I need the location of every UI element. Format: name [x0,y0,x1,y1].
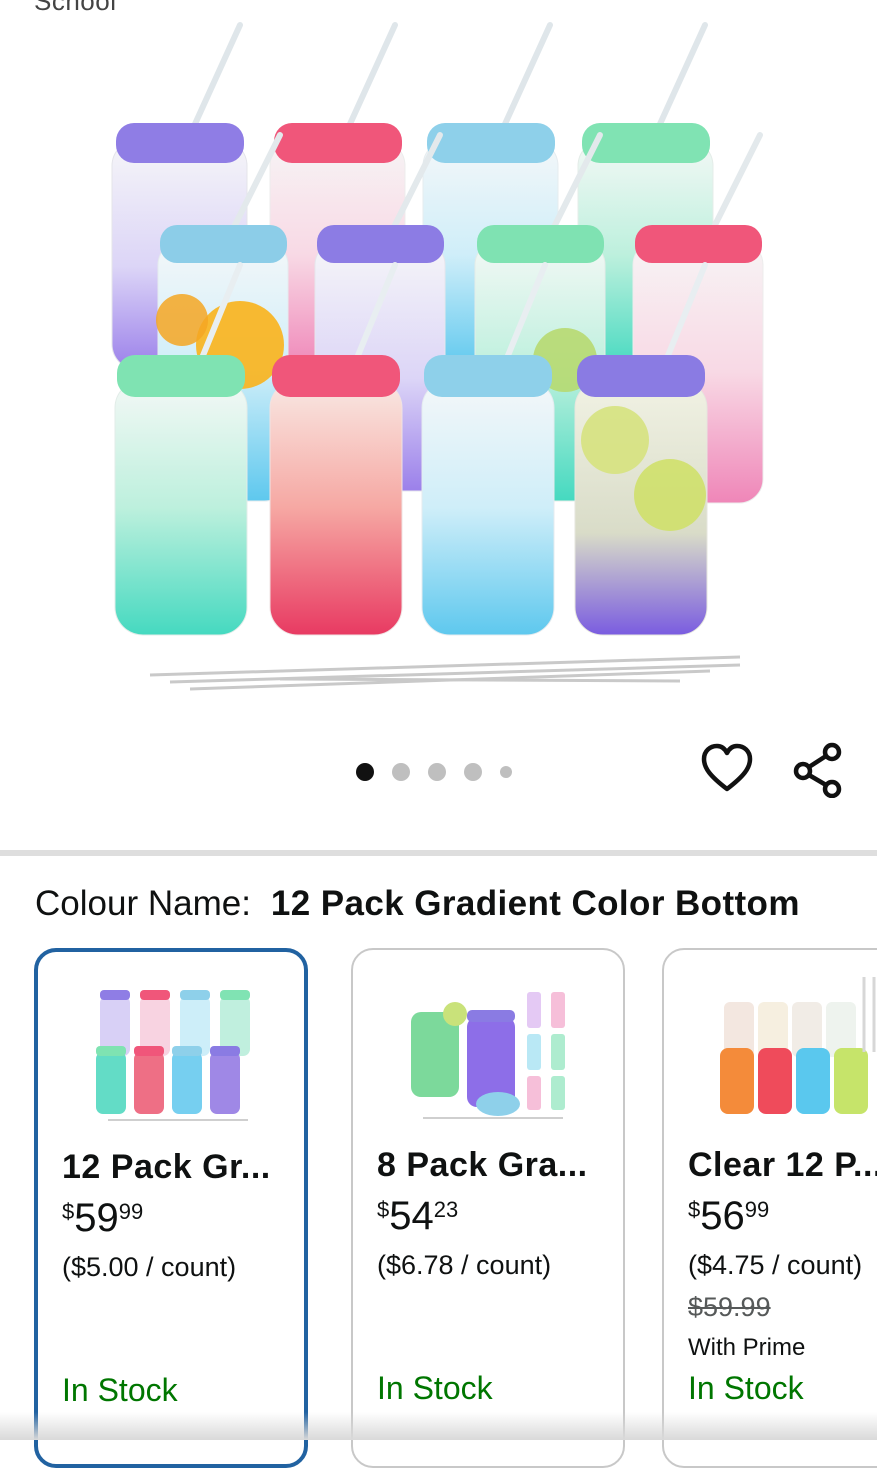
carousel-dot-1[interactable] [356,763,374,781]
variant-price-1: $5999 [62,1196,144,1240]
variant-unit-price-2: ($6.78 / count) [377,1250,552,1280]
variant-card-2[interactable]: 8 Pack Gra... $5423 ($6.78 / count) In S… [351,948,625,1468]
carousel-dot-3[interactable] [428,763,446,781]
heart-icon[interactable] [700,742,754,796]
variant-prime-note-3: With Prime [688,1334,806,1361]
carousel-dot-5[interactable] [500,766,512,778]
variant-title-3: Clear 12 P... [688,1146,877,1184]
variant-thumbnail-1 [96,990,250,1121]
section-divider [0,850,877,856]
variant-price-2: $5423 [377,1194,459,1238]
variant-unit-price-1: ($5.00 / count) [62,1252,237,1282]
variant-price-3: $5699 [688,1194,770,1238]
variant-stock-1: In Stock [62,1372,178,1408]
bottom-fade [0,1412,877,1440]
variant-unit-price-3: ($4.75 / count) [688,1250,863,1280]
share-icon[interactable] [792,742,846,798]
colour-name-label: Colour Name: [35,884,251,923]
colour-name-value: 12 Pack Gradient Color Bottom [270,884,800,923]
colour-name-row: Colour Name: 12 Pack Gradient Color Botto… [35,884,800,924]
variant-stock-3: In Stock [688,1370,804,1406]
carousel-dot-4[interactable] [464,763,482,781]
variant-card-3[interactable]: Clear 12 P... $5699 ($4.75 / count) $59.… [662,948,877,1468]
carousel-dot-2[interactable] [392,763,410,781]
carousel-pagination[interactable] [356,762,512,782]
variant-stock-2: In Stock [377,1370,493,1406]
variant-card-1[interactable]: 12 Pack Gr... $5999 ($5.00 / count) In S… [34,948,308,1468]
variant-title-2: 8 Pack Gra... [377,1146,588,1184]
variant-thumbnail-2 [411,992,565,1119]
variant-list-price-3: $59.99 [688,1292,771,1322]
variant-title-1: 12 Pack Gr... [62,1148,271,1186]
variant-thumbnail-3 [720,977,876,1114]
product-main-image[interactable] [90,15,790,705]
